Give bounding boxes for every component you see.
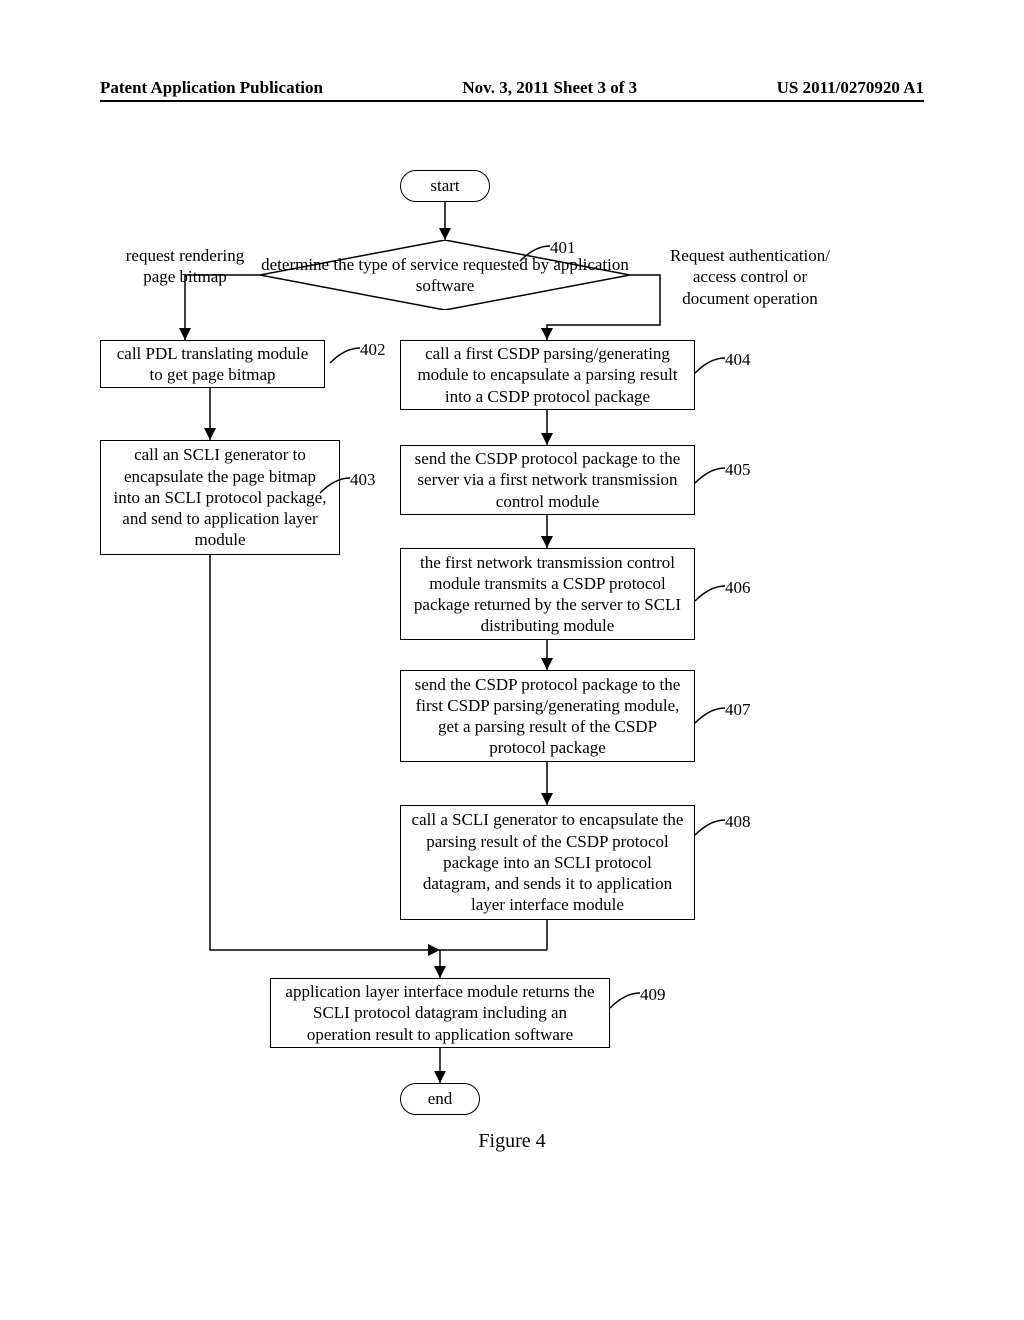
ref-404: 404 (725, 350, 751, 370)
ref-407: 407 (725, 700, 751, 720)
header-center: Nov. 3, 2011 Sheet 3 of 3 (462, 78, 637, 98)
box-405-send-csdp: send the CSDP protocol package to the se… (400, 445, 695, 515)
ref-406: 406 (725, 578, 751, 598)
header-right: US 2011/0270920 A1 (777, 78, 924, 98)
figure-caption: Figure 4 (478, 1130, 545, 1153)
ref-401: 401 (550, 238, 576, 258)
terminator-end: end (400, 1083, 480, 1115)
box-402-pdl-translate: call PDL translating module to get page … (100, 340, 325, 388)
branch-label-right: Request authentication/ access control o… (660, 245, 840, 309)
header-rule (100, 100, 924, 102)
ref-402: 402 (360, 340, 386, 360)
decision-text: determine the type of service requested … (260, 254, 630, 297)
box-404-csdp-parse-generate: call a first CSDP parsing/generating mod… (400, 340, 695, 410)
box-407-parse-csdp: send the CSDP protocol package to the fi… (400, 670, 695, 762)
box-408-scli-generator-csdp: call a SCLI generator to encapsulate the… (400, 805, 695, 920)
ref-403: 403 (350, 470, 376, 490)
ref-408: 408 (725, 812, 751, 832)
branch-label-left: request rendering page bitmap (125, 245, 245, 288)
header-left: Patent Application Publication (100, 78, 323, 98)
ref-405: 405 (725, 460, 751, 480)
page-header: Patent Application Publication Nov. 3, 2… (0, 78, 1024, 98)
ref-409: 409 (640, 985, 666, 1005)
terminator-start: start (400, 170, 490, 202)
box-409-return-result: application layer interface module retur… (270, 978, 610, 1048)
box-406-receive-csdp: the first network transmission control m… (400, 548, 695, 640)
flowchart: start determine the type of service requ… (100, 170, 924, 1220)
box-403-scli-generator: call an SCLI generator to encapsulate th… (100, 440, 340, 555)
